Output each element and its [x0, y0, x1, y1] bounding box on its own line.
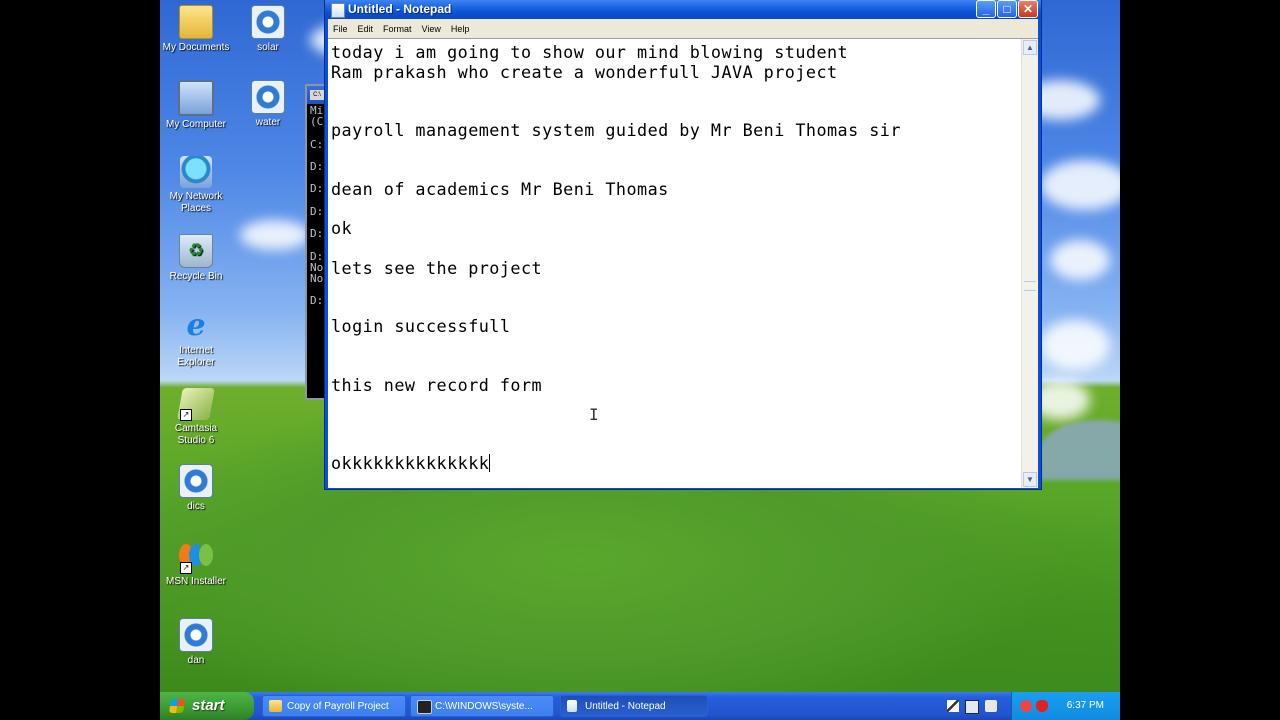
window-title: Untitled - Notepad [348, 2, 452, 16]
ie-logo-icon: e [186, 308, 206, 343]
menu-view[interactable]: View [417, 19, 446, 34]
pen-tool-icon[interactable] [947, 700, 959, 712]
folder-icon [179, 5, 213, 39]
menu-format[interactable]: Format [378, 19, 417, 34]
editor-line: okkkkkkkkkkkkkk [331, 453, 491, 474]
task-label: C:\WINDOWS\syste... [435, 701, 533, 712]
icon-label: My Network Places [169, 191, 223, 214]
start-label: start [192, 697, 225, 714]
taskbar: start Copy of Payroll Project C:\WINDOWS… [160, 692, 1120, 720]
scroll-down-icon[interactable]: ▼ [1023, 472, 1037, 487]
system-tray: 6:37 PM [1011, 692, 1120, 720]
minimize-button[interactable]: _ [976, 0, 996, 18]
dan-icon[interactable]: dan [160, 618, 232, 667]
console-icon [417, 700, 432, 714]
menu-help[interactable]: Help [446, 19, 475, 34]
media-file-icon [251, 80, 285, 114]
shortcut-arrow-icon: ↗ [180, 562, 192, 574]
media-file-icon [179, 464, 213, 498]
editor-line: Ram prakash who create a wonderfull JAVA… [331, 61, 838, 82]
menu-bar: File Edit Format View Help [328, 19, 1038, 38]
recycle-bin-icon[interactable]: ♻ Recycle Bin [160, 234, 232, 283]
water-icon[interactable]: water [232, 80, 304, 129]
security-shield-icon[interactable] [1036, 700, 1048, 712]
network-icon [180, 156, 212, 188]
menu-edit[interactable]: Edit [353, 19, 379, 34]
menu-file[interactable]: File [328, 19, 353, 34]
scroll-up-icon[interactable]: ▲ [1023, 40, 1037, 55]
editor-line: today i am going to show our mind blowin… [331, 42, 849, 62]
editor-line: payroll management system guided by Mr B… [331, 120, 901, 141]
shortcut-arrow-icon: ↗ [180, 409, 192, 421]
task-console[interactable]: C:\WINDOWS\syste... [410, 695, 554, 717]
camtasia-studio-icon[interactable]: ↗ Camtasia Studio 6 [160, 388, 232, 447]
internet-explorer-icon[interactable]: e Internet Explorer [160, 310, 232, 369]
keyboard-icon[interactable] [965, 700, 979, 714]
msn-installer-icon[interactable]: ↗ MSN Installer [160, 541, 232, 588]
notepad-icon [331, 3, 345, 18]
media-file-icon [251, 5, 285, 39]
network-status-icon[interactable] [1020, 700, 1032, 712]
editor-text[interactable]: today i am going to show our mind blowin… [331, 42, 1021, 474]
icon-label: Camtasia Studio 6 [174, 423, 218, 446]
editor-line: this new record form [331, 375, 543, 396]
icon-label: MSN Installer [165, 576, 226, 587]
start-button[interactable]: start [160, 692, 254, 720]
text-editor-area[interactable]: today i am going to show our mind blowin… [328, 38, 1038, 488]
notepad-icon [567, 700, 577, 712]
vertical-scrollbar[interactable]: ▲ ▼ [1021, 39, 1038, 488]
icon-label: dics [187, 501, 205, 512]
folder-icon [269, 700, 282, 712]
icon-label: solar [257, 42, 279, 53]
task-folder-payroll[interactable]: Copy of Payroll Project [262, 695, 406, 717]
editor-line: lets see the project [331, 257, 543, 278]
notepad-window[interactable]: Untitled - Notepad _ □ ✕ File Edit Format V… [324, 0, 1042, 490]
computer-icon [178, 80, 214, 116]
my-network-places-icon[interactable]: My Network Places [160, 156, 232, 215]
editor-line: ok [331, 218, 353, 239]
editor-line: dean of academics Mr Beni Thomas [331, 179, 669, 200]
speaker-icon[interactable] [985, 700, 997, 712]
icon-label: Internet Explorer [177, 345, 215, 368]
icon-label: water [255, 117, 281, 128]
close-button[interactable]: ✕ [1018, 0, 1038, 18]
solar-icon[interactable]: solar [232, 5, 304, 54]
screen: My Documents solar My Computer water My … [160, 0, 1120, 720]
icon-label: My Documents [162, 42, 230, 53]
icon-label: dan [187, 655, 205, 666]
notepad-title-bar[interactable]: Untitled - Notepad _ □ ✕ [325, 0, 1041, 19]
text-caret [489, 454, 491, 473]
my-computer-icon[interactable]: My Computer [160, 80, 232, 131]
clock[interactable]: 6:37 PM [1067, 700, 1104, 711]
task-notepad[interactable]: Untitled - Notepad [560, 695, 708, 717]
recycle-bin-glyph-icon: ♻ [179, 234, 213, 268]
mouse-ibeam-cursor-icon: I [589, 405, 599, 424]
scroll-thumb-grip[interactable] [1024, 281, 1036, 291]
windows-logo-icon [169, 699, 185, 713]
icon-label: My Computer [165, 119, 226, 130]
my-documents-icon[interactable]: My Documents [160, 5, 232, 54]
dics-icon[interactable]: dics [160, 464, 232, 513]
editor-line: login successfull [331, 316, 511, 337]
media-file-icon [179, 618, 213, 652]
task-label: Untitled - Notepad [585, 701, 666, 712]
console-icon: C:\ [310, 90, 324, 100]
task-label: Copy of Payroll Project [287, 701, 389, 712]
icon-label: Recycle Bin [169, 271, 223, 282]
maximize-button[interactable]: □ [997, 0, 1017, 18]
